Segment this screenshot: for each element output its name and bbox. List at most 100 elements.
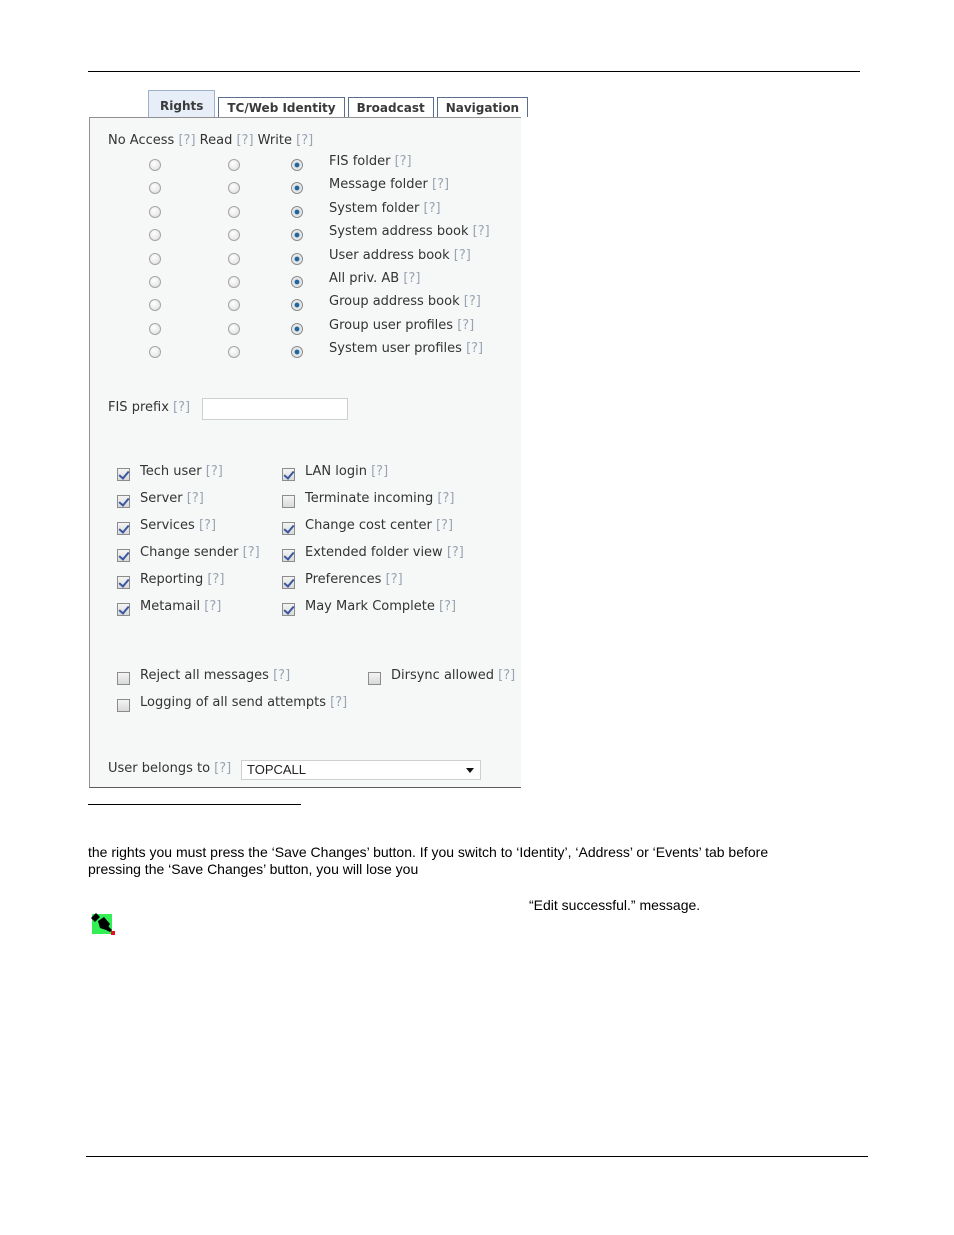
help-link[interactable]: [?] bbox=[273, 668, 290, 683]
help-link[interactable]: [?] bbox=[296, 133, 313, 148]
radio-write[interactable] bbox=[291, 205, 303, 218]
help-link[interactable]: [?] bbox=[432, 177, 449, 192]
help-link[interactable]: [?] bbox=[454, 248, 471, 263]
radio-write[interactable] bbox=[291, 252, 303, 265]
radio-read[interactable] bbox=[228, 299, 240, 312]
radio-no-access[interactable] bbox=[149, 159, 161, 171]
help-link[interactable]: [?] bbox=[473, 224, 490, 239]
radio-write[interactable] bbox=[291, 159, 303, 171]
fis-prefix-input[interactable] bbox=[202, 398, 348, 420]
radio-read[interactable] bbox=[228, 182, 240, 195]
radio-write[interactable] bbox=[291, 276, 303, 288]
checkbox[interactable] bbox=[282, 576, 295, 589]
access-row-text: System address book bbox=[329, 224, 469, 240]
access-row-text: All priv. AB bbox=[329, 271, 400, 286]
tab-rights[interactable]: Rights bbox=[148, 90, 216, 117]
checkbox[interactable] bbox=[117, 495, 130, 508]
help-link[interactable]: [?] bbox=[447, 545, 464, 560]
checkbox-label: Services [?] bbox=[140, 518, 216, 533]
help-link[interactable]: [?] bbox=[371, 464, 388, 479]
radio-read[interactable] bbox=[228, 322, 240, 335]
checkbox[interactable] bbox=[117, 468, 130, 481]
radio-no-access[interactable] bbox=[149, 322, 161, 335]
help-link[interactable]: [?] bbox=[395, 154, 412, 169]
help-link[interactable]: [?] bbox=[424, 201, 441, 216]
help-link[interactable]: [?] bbox=[403, 271, 420, 286]
help-link[interactable]: [?] bbox=[330, 695, 347, 710]
radio-read[interactable] bbox=[228, 229, 240, 242]
checkbox-text: Preferences bbox=[305, 572, 382, 587]
radio-write[interactable] bbox=[291, 346, 303, 359]
checkbox-text: Tech user bbox=[140, 464, 202, 479]
checkbox[interactable] bbox=[117, 603, 130, 616]
help-link[interactable]: [?] bbox=[178, 133, 195, 148]
checkbox[interactable] bbox=[117, 549, 130, 562]
radio-read[interactable] bbox=[228, 252, 240, 265]
checkbox[interactable] bbox=[368, 672, 381, 685]
write-label: Write bbox=[257, 133, 292, 148]
help-link[interactable]: [?] bbox=[457, 318, 474, 333]
access-row-label: System user profiles [?] bbox=[329, 341, 483, 356]
tab-navigation[interactable]: Navigation bbox=[436, 97, 529, 117]
tab-tc-web-identity[interactable]: TC/Web Identity bbox=[218, 97, 345, 117]
checkbox-label: Tech user [?] bbox=[140, 464, 223, 479]
radio-no-access[interactable] bbox=[149, 299, 161, 312]
radio-read[interactable] bbox=[228, 276, 240, 288]
radio-read[interactable] bbox=[228, 346, 240, 359]
help-link[interactable]: [?] bbox=[206, 464, 223, 479]
help-link[interactable]: [?] bbox=[207, 572, 224, 587]
checkbox-label: Preferences [?] bbox=[305, 572, 403, 587]
radio-write[interactable] bbox=[291, 322, 303, 335]
read-label: Read bbox=[199, 133, 233, 148]
radio-no-access[interactable] bbox=[149, 182, 161, 195]
checkbox[interactable] bbox=[117, 699, 130, 712]
user-belongs-text: User belongs to bbox=[108, 761, 211, 776]
checkbox[interactable] bbox=[282, 603, 295, 616]
radio-no-access[interactable] bbox=[149, 346, 161, 359]
access-row-label: FIS folder [?] bbox=[329, 154, 412, 169]
access-row-text: Message folder bbox=[329, 177, 428, 193]
help-link[interactable]: [?] bbox=[437, 491, 454, 506]
radio-read[interactable] bbox=[228, 159, 240, 171]
help-link[interactable]: [?] bbox=[464, 294, 481, 309]
radio-no-access[interactable] bbox=[149, 252, 161, 265]
user-belongs-select[interactable]: TOPCALL bbox=[241, 760, 481, 780]
body-line-3: “Edit successful.” message. bbox=[529, 897, 701, 913]
checkbox[interactable] bbox=[117, 522, 130, 535]
checkbox-label: Change sender [?] bbox=[140, 545, 260, 560]
help-link[interactable]: [?] bbox=[436, 518, 453, 533]
access-header: No Access [?] Read [?] Write [?] bbox=[108, 133, 313, 148]
rights-panel: No Access [?] Read [?] Write [?] FIS fol… bbox=[89, 117, 521, 788]
body-line-1: the rights you must press the ‘Save Chan… bbox=[88, 844, 769, 860]
help-link[interactable]: [?] bbox=[199, 518, 216, 533]
checkbox[interactable] bbox=[117, 672, 130, 685]
radio-no-access[interactable] bbox=[149, 205, 161, 218]
checkbox[interactable] bbox=[282, 495, 295, 508]
help-link[interactable]: [?] bbox=[243, 545, 260, 560]
rights-screenshot: Rights TC/Web Identity Broadcast Navigat… bbox=[89, 88, 529, 789]
checkbox-label: Reject all messages [?] bbox=[140, 668, 290, 683]
help-link[interactable]: [?] bbox=[498, 668, 515, 683]
radio-write[interactable] bbox=[291, 182, 303, 195]
radio-no-access[interactable] bbox=[149, 276, 161, 288]
checkbox[interactable] bbox=[282, 522, 295, 535]
help-link[interactable]: [?] bbox=[204, 599, 221, 614]
checkbox[interactable] bbox=[282, 468, 295, 481]
radio-write[interactable] bbox=[291, 229, 303, 242]
radio-no-access[interactable] bbox=[149, 229, 161, 242]
help-link[interactable]: [?] bbox=[466, 341, 483, 356]
help-link[interactable]: [?] bbox=[187, 491, 204, 506]
help-link[interactable]: [?] bbox=[386, 572, 403, 587]
tab-broadcast[interactable]: Broadcast bbox=[347, 97, 434, 117]
user-belongs-label: User belongs to [?] bbox=[108, 761, 231, 776]
radio-write[interactable] bbox=[291, 299, 303, 312]
fis-prefix-label: FIS prefix [?] bbox=[108, 400, 190, 415]
checkbox[interactable] bbox=[117, 576, 130, 589]
help-link[interactable]: [?] bbox=[173, 400, 190, 415]
radio-read[interactable] bbox=[228, 205, 240, 218]
access-row-text: FIS folder bbox=[329, 154, 391, 169]
help-link[interactable]: [?] bbox=[236, 133, 253, 148]
help-link[interactable]: [?] bbox=[214, 761, 231, 776]
help-link[interactable]: [?] bbox=[439, 599, 456, 614]
checkbox[interactable] bbox=[282, 549, 295, 562]
